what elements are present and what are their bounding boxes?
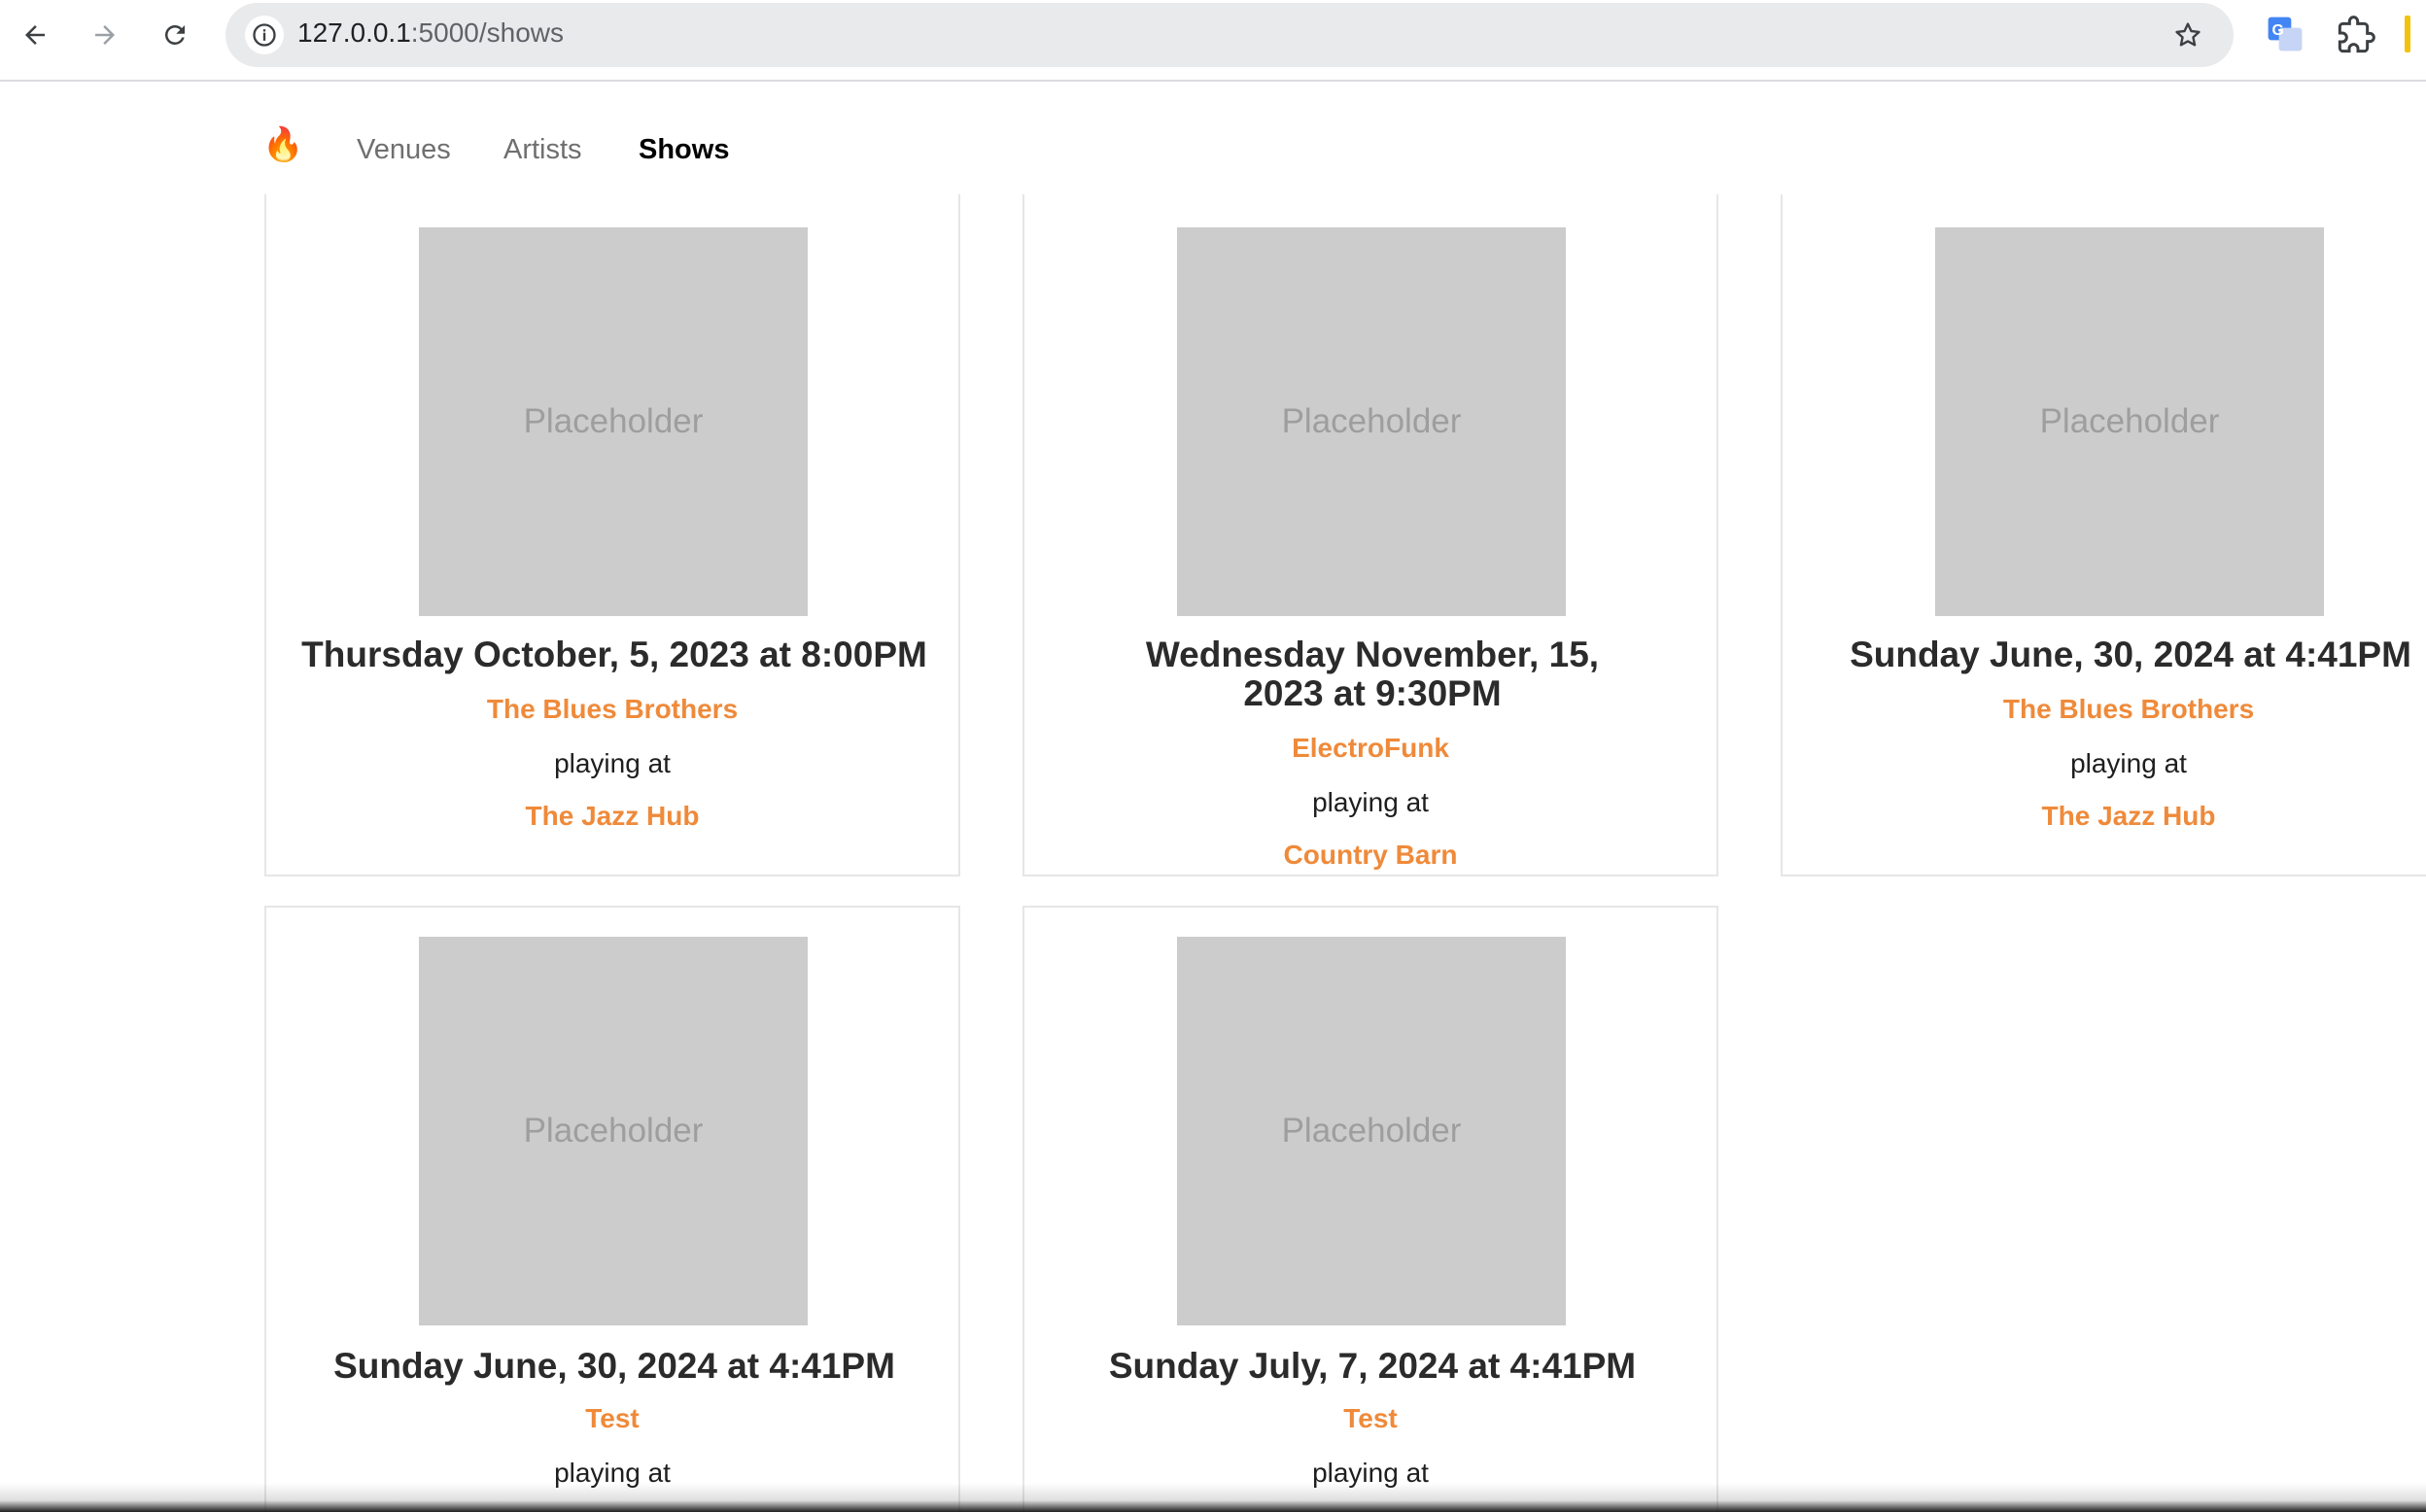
nav-link-shows[interactable]: Shows xyxy=(639,134,729,166)
show-date: Thursday October, 5, 2023 at 8:00PM xyxy=(301,635,927,674)
show-artist-link[interactable]: Test xyxy=(1024,1403,1716,1434)
show-card[interactable]: Placeholder Wednesday November, 15, 2023… xyxy=(1022,194,1718,876)
show-venue-link[interactable]: Country Barn xyxy=(1024,840,1716,871)
nav-link-venues[interactable]: Venues xyxy=(357,134,451,166)
show-venue-link[interactable]: The Jazz Hub xyxy=(1783,801,2426,832)
bookmark-star-icon[interactable] xyxy=(2169,17,2206,53)
address-bar[interactable]: 127.0.0.1:5000/shows xyxy=(225,3,2234,67)
show-date: Sunday June, 30, 2024 at 4:41PM xyxy=(333,1346,895,1386)
extension-icon[interactable] xyxy=(2405,16,2410,52)
show-image-placeholder: Placeholder xyxy=(419,227,808,616)
show-artist-link[interactable]: The Blues Brothers xyxy=(266,694,958,725)
show-image-placeholder: Placeholder xyxy=(1935,227,2324,616)
playing-at-text: playing at xyxy=(2070,748,2187,778)
show-card[interactable]: Placeholder Sunday June, 30, 2024 at 4:4… xyxy=(264,906,960,1512)
site-info-icon[interactable] xyxy=(245,16,284,54)
show-artist-link[interactable]: Test xyxy=(266,1403,958,1434)
show-card[interactable]: Placeholder Sunday June, 30, 2024 at 4:4… xyxy=(1781,194,2426,876)
svg-text:G: G xyxy=(2272,22,2284,39)
url-path: :5000/shows xyxy=(410,17,564,48)
show-date: Sunday June, 30, 2024 at 4:41PM xyxy=(1850,635,2411,674)
show-artist-link[interactable]: ElectroFunk xyxy=(1024,733,1716,764)
url-host: 127.0.0.1 xyxy=(297,17,411,48)
fire-logo-icon[interactable]: 🔥 xyxy=(262,128,303,161)
show-artist-link[interactable]: The Blues Brothers xyxy=(1783,694,2426,725)
google-translate-icon[interactable]: G xyxy=(2267,16,2304,52)
url-text[interactable]: 127.0.0.1:5000/shows xyxy=(297,17,564,49)
show-card[interactable]: Placeholder Sunday July, 7, 2024 at 4:41… xyxy=(1022,906,1718,1512)
show-image-placeholder: Placeholder xyxy=(1177,937,1566,1325)
show-card[interactable]: Placeholder Thursday October, 5, 2023 at… xyxy=(264,194,960,876)
window-bottom-edge xyxy=(0,1483,2426,1512)
playing-at-text: playing at xyxy=(554,748,671,778)
show-date: Sunday July, 7, 2024 at 4:41PM xyxy=(1108,1346,1637,1386)
back-icon[interactable] xyxy=(17,17,52,52)
playing-at-text: playing at xyxy=(1312,787,1429,817)
forward-icon[interactable] xyxy=(87,17,122,52)
browser-toolbar: 127.0.0.1:5000/shows G xyxy=(0,0,2426,82)
extensions-puzzle-icon[interactable] xyxy=(2337,16,2375,54)
show-image-placeholder: Placeholder xyxy=(1177,227,1566,616)
show-image-placeholder: Placeholder xyxy=(419,937,808,1325)
nav-link-artists[interactable]: Artists xyxy=(503,134,582,166)
site-navbar: 🔥 Venues Artists Shows xyxy=(0,82,2426,198)
show-venue-link[interactable]: The Jazz Hub xyxy=(266,801,958,832)
show-date: Wednesday November, 15, 2023 at 9:30PM xyxy=(1145,635,1600,713)
reload-icon[interactable] xyxy=(157,17,192,52)
